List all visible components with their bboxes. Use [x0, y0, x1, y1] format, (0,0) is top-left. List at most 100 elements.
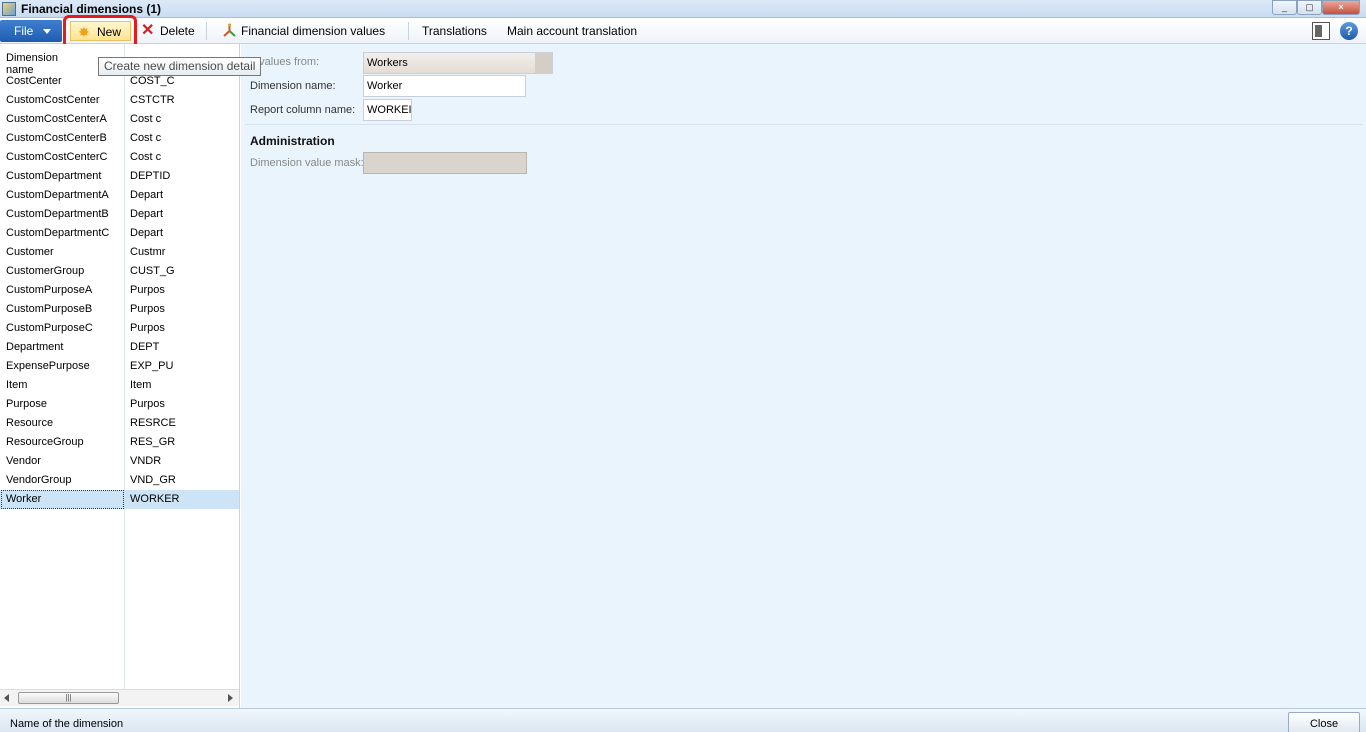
- table-row[interactable]: Department DEPT: [0, 338, 239, 357]
- cell-report-column[interactable]: Depart: [130, 205, 163, 224]
- cell-dimension-name[interactable]: CostCenter: [6, 72, 62, 91]
- cell-report-column[interactable]: CSTCTR: [130, 91, 175, 110]
- dropdown-icon[interactable]: [535, 53, 552, 73]
- delete-button[interactable]: ✕ Delete: [140, 21, 195, 41]
- cell-dimension-name[interactable]: CustomDepartmentC: [6, 224, 109, 243]
- cell-report-column[interactable]: Custmr: [130, 243, 165, 262]
- table-row[interactable]: CustomPurposeA Purpos: [0, 281, 239, 300]
- cell-dimension-name[interactable]: CustomCostCenter: [6, 91, 100, 110]
- table-row[interactable]: Purpose Purpos: [0, 395, 239, 414]
- horizontal-scrollbar[interactable]: |||: [0, 689, 239, 706]
- cell-dimension-name[interactable]: ResourceGroup: [6, 433, 84, 452]
- minimize-button[interactable]: _: [1272, 0, 1297, 15]
- report-column-name-field[interactable]: WORKEI: [363, 99, 412, 121]
- table-row[interactable]: CustomCostCenterB Cost c: [0, 129, 239, 148]
- action-pane: File ✸ New ✕ Delete Financial dimension …: [0, 18, 1366, 44]
- cell-report-column[interactable]: CUST_G: [130, 262, 175, 281]
- dimension-name-value: Worker: [367, 80, 403, 92]
- cell-dimension-name[interactable]: Item: [6, 376, 27, 395]
- cell-report-column[interactable]: RES_GR: [130, 433, 175, 452]
- table-row[interactable]: Customer Custmr: [0, 243, 239, 262]
- dimensions-grid: Dimension name CostCenter COST_C CustomCos…: [0, 44, 240, 708]
- table-row[interactable]: ResourceGroup RES_GR: [0, 433, 239, 452]
- table-row[interactable]: ExpensePurpose EXP_PU: [0, 357, 239, 376]
- restore-button[interactable]: ▢: [1297, 0, 1322, 15]
- dimension-values-icon: [223, 23, 236, 37]
- cell-dimension-name[interactable]: Customer: [6, 243, 54, 262]
- cell-report-column[interactable]: Depart: [130, 186, 163, 205]
- factbox-panel-icon[interactable]: [1312, 22, 1330, 40]
- cell-dimension-name[interactable]: CustomPurposeC: [6, 319, 93, 338]
- cell-dimension-name[interactable]: Resource: [6, 414, 53, 433]
- dimension-name-label: Dimension name:: [250, 80, 336, 92]
- table-row[interactable]: CustomCostCenter CSTCTR: [0, 91, 239, 110]
- table-row[interactable]: CustomPurposeB Purpos: [0, 300, 239, 319]
- table-row[interactable]: CustomPurposeC Purpos: [0, 319, 239, 338]
- table-row[interactable]: CustomDepartment DEPTID: [0, 167, 239, 186]
- cell-dimension-name[interactable]: CustomPurposeB: [6, 300, 92, 319]
- use-values-from-value: Workers: [367, 57, 408, 69]
- cell-dimension-name[interactable]: Department: [6, 338, 63, 357]
- cell-report-column[interactable]: Purpos: [130, 300, 165, 319]
- cell-dimension-name[interactable]: Worker: [6, 490, 41, 509]
- cell-report-column[interactable]: DEPT: [130, 338, 159, 357]
- window-title: Financial dimensions (1): [21, 2, 162, 16]
- table-row[interactable]: Worker WORKER: [0, 490, 239, 509]
- table-row[interactable]: CustomCostCenterA Cost c: [0, 110, 239, 129]
- delete-label: Delete: [160, 24, 195, 38]
- help-icon[interactable]: ?: [1340, 22, 1358, 40]
- table-row[interactable]: VendorGroup VND_GR: [0, 471, 239, 490]
- file-label: File: [14, 24, 34, 38]
- cell-report-column[interactable]: Cost c: [130, 148, 161, 167]
- cell-dimension-name[interactable]: CustomPurposeA: [6, 281, 92, 300]
- cell-report-column[interactable]: Cost c: [130, 129, 161, 148]
- scroll-right-icon[interactable]: [228, 694, 233, 702]
- table-row[interactable]: CustomerGroup CUST_G: [0, 262, 239, 281]
- table-row[interactable]: CustomDepartmentB Depart: [0, 205, 239, 224]
- table-row[interactable]: CustomDepartmentC Depart: [0, 224, 239, 243]
- cell-report-column[interactable]: Purpos: [130, 319, 165, 338]
- cell-dimension-name[interactable]: CustomDepartmentB: [6, 205, 109, 224]
- close-window-button[interactable]: ×: [1322, 0, 1360, 15]
- main-account-translation-button[interactable]: Main account translation: [507, 21, 637, 41]
- table-row[interactable]: Item Item: [0, 376, 239, 395]
- scroll-thumb[interactable]: |||: [18, 692, 119, 704]
- table-row[interactable]: CustomDepartmentA Depart: [0, 186, 239, 205]
- table-row[interactable]: Vendor VNDR: [0, 452, 239, 471]
- cell-dimension-name[interactable]: CustomerGroup: [6, 262, 84, 281]
- cell-report-column[interactable]: DEPTID: [130, 167, 170, 186]
- file-menu-button[interactable]: File: [0, 20, 62, 42]
- cell-dimension-name[interactable]: ExpensePurpose: [6, 357, 90, 376]
- cell-dimension-name[interactable]: Vendor: [6, 452, 41, 471]
- cell-report-column[interactable]: Item: [130, 376, 151, 395]
- cell-report-column[interactable]: VNDR: [130, 452, 161, 471]
- table-row[interactable]: Resource RESRCE: [0, 414, 239, 433]
- cell-report-column[interactable]: WORKER: [130, 490, 180, 509]
- cell-report-column[interactable]: Cost c: [130, 110, 161, 129]
- cell-dimension-name[interactable]: CustomCostCenterB: [6, 129, 107, 148]
- report-column-name-label: Report column name:: [250, 104, 356, 116]
- cell-report-column[interactable]: Purpos: [130, 395, 165, 414]
- cell-dimension-name[interactable]: CustomCostCenterC: [6, 148, 107, 167]
- cell-dimension-name[interactable]: CustomDepartment: [6, 167, 101, 186]
- cell-report-column[interactable]: VND_GR: [130, 471, 176, 490]
- close-button[interactable]: Close: [1288, 712, 1360, 732]
- status-text: Name of the dimension: [10, 718, 124, 730]
- status-bar: Name of the dimension Close: [0, 708, 1366, 732]
- use-values-from-field[interactable]: Workers: [363, 52, 553, 74]
- cell-report-column[interactable]: RESRCE: [130, 414, 176, 433]
- delete-x-icon: ✕: [141, 22, 155, 39]
- cell-report-column[interactable]: Purpos: [130, 281, 165, 300]
- cell-report-column[interactable]: Depart: [130, 224, 163, 243]
- cell-dimension-name[interactable]: CustomDepartmentA: [6, 186, 109, 205]
- scroll-left-icon[interactable]: [4, 694, 9, 702]
- cell-dimension-name[interactable]: CustomCostCenterA: [6, 110, 107, 129]
- cell-dimension-name[interactable]: VendorGroup: [6, 471, 71, 490]
- cell-report-column[interactable]: EXP_PU: [130, 357, 173, 376]
- grid-body: CostCenter COST_C CustomCostCenter CSTCTR Cu…: [0, 72, 239, 509]
- dimension-name-field[interactable]: Worker: [363, 75, 526, 97]
- cell-dimension-name[interactable]: Purpose: [6, 395, 47, 414]
- translations-button[interactable]: Translations: [422, 21, 487, 41]
- financial-dimension-values-button[interactable]: Financial dimension values: [221, 21, 385, 41]
- table-row[interactable]: CustomCostCenterC Cost c: [0, 148, 239, 167]
